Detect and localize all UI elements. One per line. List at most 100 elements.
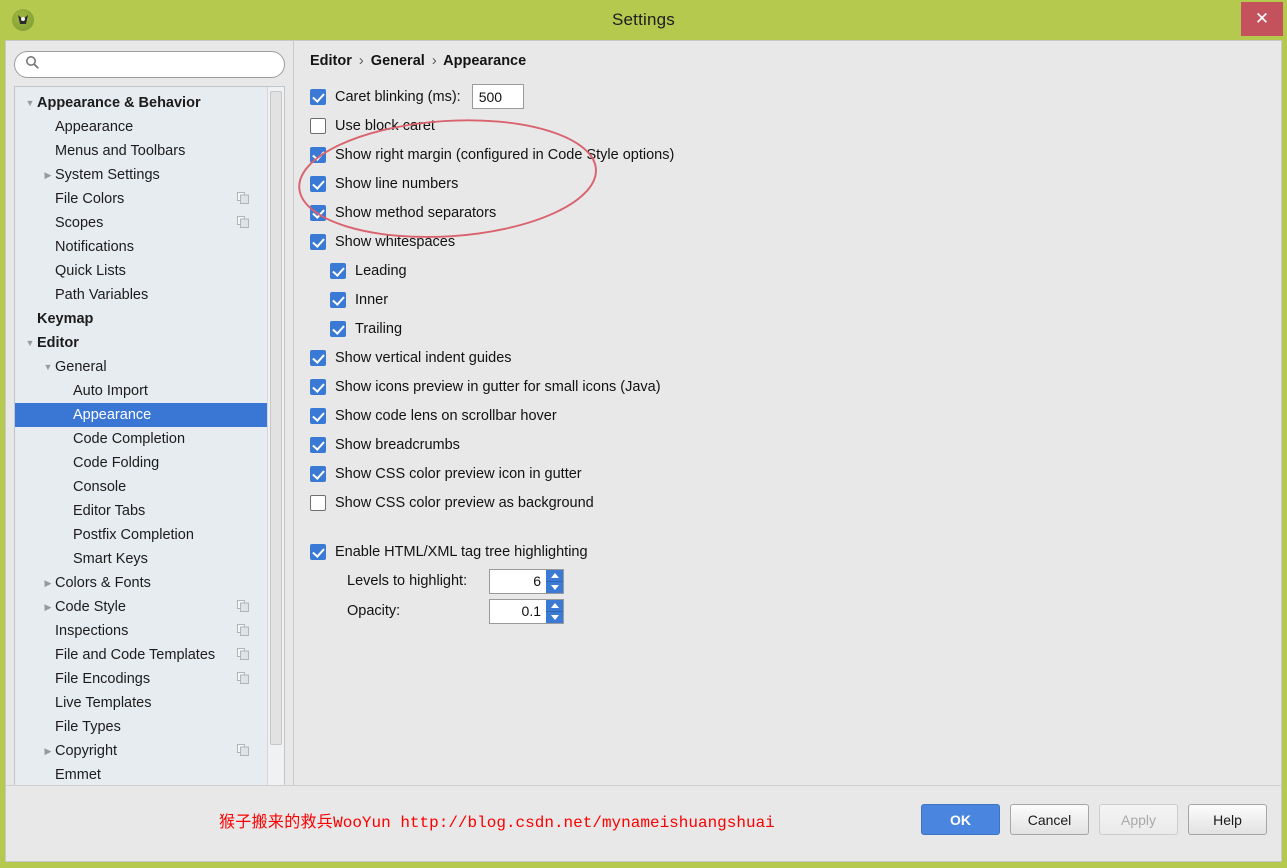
sidebar-item-path-variables[interactable]: Path Variables <box>15 283 267 307</box>
chevron-down-icon[interactable]: ▼ <box>41 362 55 372</box>
sidebar-scrollbar[interactable] <box>267 87 284 785</box>
option-row-show-line-numbers[interactable]: Show line numbers <box>310 169 1281 198</box>
option-row-show-code-lens-on-scrollbar-hover[interactable]: Show code lens on scrollbar hover <box>310 401 1281 430</box>
help-button[interactable]: Help <box>1188 804 1267 835</box>
checkbox-use-block-caret[interactable] <box>310 117 326 134</box>
checkbox-caret-blinking-ms[interactable] <box>310 88 326 105</box>
sidebar-item-console[interactable]: Console <box>15 475 267 499</box>
option-row-trailing[interactable]: Trailing <box>310 314 1281 343</box>
option-row-leading[interactable]: Leading <box>310 256 1281 285</box>
search-box[interactable] <box>14 51 285 78</box>
copy-settings-icon[interactable] <box>237 192 249 208</box>
checkbox-inner[interactable] <box>330 291 346 308</box>
stepper-up-icon[interactable] <box>546 600 563 612</box>
caret-blinking-input[interactable] <box>471 84 524 109</box>
option-row-show-whitespaces[interactable]: Show whitespaces <box>310 227 1281 256</box>
sidebar-item-editor-tabs[interactable]: Editor Tabs <box>15 499 267 523</box>
checkbox-trailing[interactable] <box>330 320 346 337</box>
sidebar-item-label: File Types <box>55 719 121 735</box>
sidebar-item-general[interactable]: ▼ General <box>15 355 267 379</box>
checkbox-show-method-separators[interactable] <box>310 204 326 221</box>
option-row-show-css-color-preview-as-background[interactable]: Show CSS color preview as background <box>310 488 1281 517</box>
checkbox-leading[interactable] <box>330 262 346 279</box>
breadcrumb-item-editor[interactable]: Editor <box>310 53 352 69</box>
copy-settings-icon[interactable] <box>237 648 249 664</box>
checkbox-show-whitespaces[interactable] <box>310 233 326 250</box>
chevron-right-icon[interactable]: ▶ <box>41 602 55 612</box>
checkbox-show-css-color-preview-as-background[interactable] <box>310 494 326 511</box>
option-row-show-vertical-indent-guides[interactable]: Show vertical indent guides <box>310 343 1281 372</box>
sidebar-item-keymap[interactable]: Keymap <box>15 307 267 331</box>
sidebar-item-system-settings[interactable]: ▶ System Settings <box>15 163 267 187</box>
option-row-use-block-caret[interactable]: Use block caret <box>310 111 1281 140</box>
sidebar-item-code-folding[interactable]: Code Folding <box>15 451 267 475</box>
chevron-right-icon[interactable]: ▶ <box>41 170 55 180</box>
stepper-down-icon[interactable] <box>546 582 563 593</box>
sidebar-item-copyright[interactable]: ▶ Copyright <box>15 739 267 763</box>
sidebar-item-code-style[interactable]: ▶ Code Style <box>15 595 267 619</box>
sidebar-item-file-and-code-templates[interactable]: File and Code Templates <box>15 643 267 667</box>
sidebar-item-colors-fonts[interactable]: ▶ Colors & Fonts <box>15 571 267 595</box>
stepper-down-icon[interactable] <box>546 612 563 623</box>
opacity-stepper[interactable] <box>489 598 564 624</box>
option-row-caret-blinking-ms[interactable]: Caret blinking (ms): <box>310 82 1281 111</box>
copy-settings-icon[interactable] <box>237 216 249 232</box>
levels-to-highlight-stepper[interactable] <box>489 568 564 594</box>
sidebar-item-smart-keys[interactable]: Smart Keys <box>15 547 267 571</box>
window-title: Settings <box>611 10 676 29</box>
checkbox-show-right-margin-configured-in-code-style-options[interactable] <box>310 146 326 163</box>
option-row-tag-tree-highlighting[interactable]: Enable HTML/XML tag tree highlighting <box>310 537 1281 566</box>
sidebar-scrollbar-thumb[interactable] <box>270 91 282 745</box>
ok-button[interactable]: OK <box>921 804 1000 835</box>
sidebar-item-auto-import[interactable]: Auto Import <box>15 379 267 403</box>
opacity-input[interactable] <box>490 599 546 623</box>
sidebar-item-label: Path Variables <box>55 287 149 303</box>
breadcrumb-item-general[interactable]: General <box>371 53 425 69</box>
sidebar-item-appearance-behavior[interactable]: ▼ Appearance & Behavior <box>15 91 267 115</box>
checkbox-show-breadcrumbs[interactable] <box>310 436 326 453</box>
checkbox-show-vertical-indent-guides[interactable] <box>310 349 326 366</box>
sidebar-item-file-colors[interactable]: File Colors <box>15 187 267 211</box>
option-row-inner[interactable]: Inner <box>310 285 1281 314</box>
sidebar-item-appearance[interactable]: Appearance <box>15 115 267 139</box>
option-row-show-right-margin-configured-in-code-style-options[interactable]: Show right margin (configured in Code St… <box>310 140 1281 169</box>
option-row-show-css-color-preview-icon-in-gutter[interactable]: Show CSS color preview icon in gutter <box>310 459 1281 488</box>
option-row-show-breadcrumbs[interactable]: Show breadcrumbs <box>310 430 1281 459</box>
checkbox-enable-tag-tree-highlighting[interactable] <box>310 543 326 560</box>
option-row-show-icons-preview-in-gutter-for-small-icons-java[interactable]: Show icons preview in gutter for small i… <box>310 372 1281 401</box>
sidebar-item-code-completion[interactable]: Code Completion <box>15 427 267 451</box>
copy-settings-icon[interactable] <box>237 624 249 640</box>
copy-settings-icon[interactable] <box>237 600 249 616</box>
stepper-up-icon[interactable] <box>546 570 563 582</box>
checkbox-show-icons-preview-in-gutter-for-small-icons-java[interactable] <box>310 378 326 395</box>
option-row-show-method-separators[interactable]: Show method separators <box>310 198 1281 227</box>
stepper-buttons[interactable] <box>546 569 563 593</box>
sidebar-item-file-encodings[interactable]: File Encodings <box>15 667 267 691</box>
copy-settings-icon[interactable] <box>237 672 249 688</box>
sidebar-item-appearance[interactable]: Appearance <box>15 403 267 427</box>
chevron-down-icon[interactable]: ▼ <box>23 98 37 108</box>
checkbox-show-line-numbers[interactable] <box>310 175 326 192</box>
stepper-buttons[interactable] <box>546 599 563 623</box>
sidebar-item-editor[interactable]: ▼ Editor <box>15 331 267 355</box>
sidebar-item-menus-and-toolbars[interactable]: Menus and Toolbars <box>15 139 267 163</box>
levels-to-highlight-input[interactable] <box>490 569 546 593</box>
sidebar-item-inspections[interactable]: Inspections <box>15 619 267 643</box>
cancel-button[interactable]: Cancel <box>1010 804 1089 835</box>
close-icon[interactable]: ✕ <box>1241 2 1283 36</box>
checkbox-show-css-color-preview-icon-in-gutter[interactable] <box>310 465 326 482</box>
chevron-right-icon[interactable]: ▶ <box>41 746 55 756</box>
sidebar-item-notifications[interactable]: Notifications <box>15 235 267 259</box>
sidebar-item-live-templates[interactable]: Live Templates <box>15 691 267 715</box>
sidebar-item-quick-lists[interactable]: Quick Lists <box>15 259 267 283</box>
sidebar-item-scopes[interactable]: Scopes <box>15 211 267 235</box>
checkbox-show-code-lens-on-scrollbar-hover[interactable] <box>310 407 326 424</box>
search-input[interactable] <box>45 56 274 73</box>
sidebar-item-emmet[interactable]: Emmet <box>15 763 267 785</box>
sidebar-item-postfix-completion[interactable]: Postfix Completion <box>15 523 267 547</box>
sidebar-item-file-types[interactable]: File Types <box>15 715 267 739</box>
copy-settings-icon[interactable] <box>237 744 249 760</box>
chevron-down-icon[interactable]: ▼ <box>23 338 37 348</box>
chevron-right-icon[interactable]: ▶ <box>41 578 55 588</box>
